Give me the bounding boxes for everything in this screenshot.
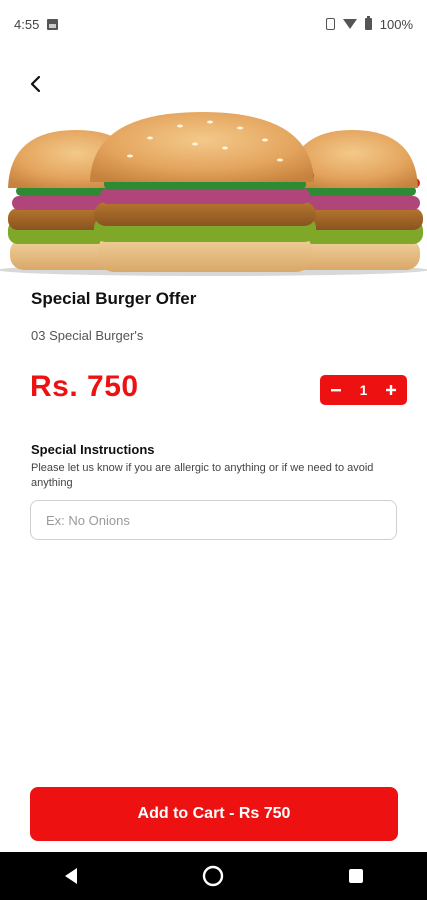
quantity-value: 1 [359, 382, 368, 398]
status-right: 100% [325, 16, 413, 32]
back-triangle-icon [65, 868, 78, 884]
instructions-input[interactable] [30, 500, 397, 540]
nav-recents-button[interactable] [336, 856, 376, 896]
product-description: 03 Special Burger's [31, 328, 144, 343]
status-bar: 4:55 100% [0, 0, 427, 48]
image-icon [47, 18, 59, 30]
nav-home-button[interactable] [193, 856, 233, 896]
system-nav-bar [0, 852, 427, 900]
instructions-help: Please let us know if you are allergic t… [31, 462, 374, 489]
back-button[interactable] [22, 70, 50, 98]
nav-back-button[interactable] [51, 856, 91, 896]
decrement-button[interactable] [326, 380, 346, 400]
quantity-stepper: 1 [320, 375, 407, 405]
add-to-cart-button[interactable]: Add to Cart - Rs 750 [30, 787, 398, 841]
burger-image [0, 112, 427, 276]
recents-square-icon [348, 869, 363, 883]
instructions-label: Special Instructions [31, 442, 155, 457]
status-left: 4:55 [14, 16, 59, 32]
battery-percent: 100% [379, 16, 413, 32]
minus-icon [331, 389, 341, 392]
plus-icon [385, 385, 396, 395]
product-title: Special Burger Offer [31, 289, 197, 308]
chevron-left-icon [30, 75, 41, 93]
product-image [0, 108, 427, 276]
status-time: 4:55 [14, 16, 40, 32]
vibrate-icon [325, 18, 335, 30]
battery-icon [364, 16, 372, 30]
increment-button[interactable] [381, 380, 401, 400]
product-price: Rs. 750 [30, 370, 139, 403]
home-circle-icon [203, 865, 224, 887]
wifi-icon [342, 19, 357, 29]
